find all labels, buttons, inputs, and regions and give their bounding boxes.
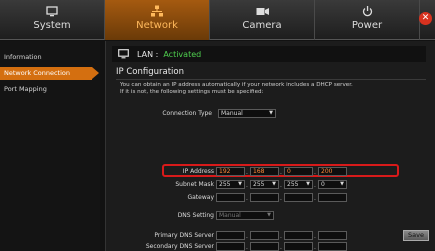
secondary-dns-octet-3[interactable] xyxy=(284,242,313,251)
primary-dns-row: Primary DNS Server . . . xyxy=(106,231,435,240)
secondary-dns-octet-1[interactable] xyxy=(216,242,245,251)
gateway-row: Gateway . . . xyxy=(106,193,435,202)
chevron-down-icon: ▼ xyxy=(306,181,310,187)
main-panel: LAN : Activated IP Configuration You can… xyxy=(105,41,435,251)
tab-network-label: Network xyxy=(136,20,178,31)
tab-system-label: System xyxy=(33,20,71,31)
chevron-down-icon: ▼ xyxy=(267,212,271,218)
lan-status: Activated xyxy=(163,49,202,59)
octet-dot: . xyxy=(314,244,316,251)
network-icon xyxy=(151,4,163,18)
octet-dot: . xyxy=(314,169,316,176)
connection-type-label: Connection Type xyxy=(162,110,212,117)
tab-camera[interactable]: Camera xyxy=(210,0,315,40)
octet-dot: . xyxy=(280,182,282,189)
gateway-octet-1[interactable] xyxy=(216,193,245,202)
save-button[interactable]: Save xyxy=(403,230,429,241)
octet-dot: . xyxy=(314,195,316,202)
octet-dot: . xyxy=(280,244,282,251)
chevron-down-icon: ▼ xyxy=(272,181,276,187)
subnet-octet-2: 255 xyxy=(253,181,265,188)
secondary-dns-label: Secondary DNS Server xyxy=(145,243,214,250)
gateway-label: Gateway xyxy=(187,194,214,201)
dns-setting-value: Manual xyxy=(219,212,241,219)
description: You can obtain an IP address automatical… xyxy=(120,82,420,96)
secondary-dns-octet-2[interactable] xyxy=(250,242,279,251)
gateway-octet-3[interactable] xyxy=(284,193,313,202)
ip-octet-1[interactable]: 192 xyxy=(216,167,245,176)
chevron-down-icon: ▼ xyxy=(269,110,273,116)
dns-setting-label: DNS Setting xyxy=(177,212,214,219)
chevron-down-icon: ▼ xyxy=(340,181,344,187)
tab-power[interactable]: Power xyxy=(315,0,420,40)
secondary-dns-row: Secondary DNS Server . . . xyxy=(106,242,435,251)
tab-network[interactable]: Network xyxy=(105,0,210,40)
chevron-down-icon: ▼ xyxy=(238,181,242,187)
lan-label: LAN : xyxy=(137,49,159,59)
close-icon[interactable]: ✕ xyxy=(419,12,432,25)
subnet-octet-1: 255 xyxy=(219,181,231,188)
octet-dot: . xyxy=(246,182,248,189)
octet-dot: . xyxy=(314,233,316,240)
connection-type-row: Connection Type Manual ▼ xyxy=(106,109,435,118)
power-icon xyxy=(362,4,373,18)
subnet-octet-4-select[interactable]: 0 ▼ xyxy=(318,180,347,189)
octet-dot: . xyxy=(246,195,248,202)
monitor-icon xyxy=(46,4,58,18)
sidebar: Information Network Connection Port Mapp… xyxy=(0,41,100,251)
tab-power-label: Power xyxy=(351,20,383,31)
primary-dns-octet-4[interactable] xyxy=(318,231,347,240)
octet-dot: . xyxy=(246,169,248,176)
subnet-octet-1-select[interactable]: 255 ▼ xyxy=(216,180,245,189)
ip-octet-2[interactable]: 168 xyxy=(250,167,279,176)
monitor-icon xyxy=(118,49,129,59)
octet-dot: . xyxy=(280,169,282,176)
dns-setting-select[interactable]: Manual ▼ xyxy=(216,211,274,220)
tab-system[interactable]: System xyxy=(0,0,105,40)
description-line-2: If it is not, the following settings mus… xyxy=(120,89,264,95)
subnet-mask-row: Subnet Mask 255 ▼ . 255 ▼ . 255 ▼ . 0 ▼ xyxy=(106,180,435,189)
dns-setting-row: DNS Setting Manual ▼ xyxy=(106,211,435,220)
octet-dot: . xyxy=(314,182,316,189)
connection-type-value: Manual xyxy=(221,110,243,117)
description-line-1: You can obtain an IP address automatical… xyxy=(120,82,353,88)
subnet-mask-label: Subnet Mask xyxy=(175,181,214,188)
sidebar-item-port-mapping[interactable]: Port Mapping xyxy=(0,83,100,96)
lan-status-bar: LAN : Activated xyxy=(112,46,426,62)
ip-address-row: IP Address 192 . 168 . 0 . 200 xyxy=(106,167,435,176)
primary-dns-label: Primary DNS Server xyxy=(154,232,214,239)
ip-octet-3[interactable]: 0 xyxy=(284,167,313,176)
gateway-octet-2[interactable] xyxy=(250,193,279,202)
primary-dns-octet-2[interactable] xyxy=(250,231,279,240)
primary-dns-octet-3[interactable] xyxy=(284,231,313,240)
subnet-octet-3: 255 xyxy=(287,181,299,188)
ip-address-label: IP Address xyxy=(182,168,214,175)
gateway-octet-4[interactable] xyxy=(318,193,347,202)
camera-icon xyxy=(256,4,269,18)
sidebar-item-network-connection[interactable]: Network Connection xyxy=(0,67,99,80)
connection-type-select[interactable]: Manual ▼ xyxy=(218,109,276,118)
subnet-octet-2-select[interactable]: 255 ▼ xyxy=(250,180,279,189)
octet-dot: . xyxy=(246,244,248,251)
octet-dot: . xyxy=(280,233,282,240)
subnet-octet-3-select[interactable]: 255 ▼ xyxy=(284,180,313,189)
sidebar-item-information[interactable]: Information xyxy=(0,51,100,64)
section-title: IP Configuration xyxy=(116,67,426,80)
tab-camera-label: Camera xyxy=(242,20,282,31)
subnet-octet-4: 0 xyxy=(321,181,325,188)
secondary-dns-octet-4[interactable] xyxy=(318,242,347,251)
octet-dot: . xyxy=(280,195,282,202)
ip-octet-4[interactable]: 200 xyxy=(318,167,347,176)
primary-dns-octet-1[interactable] xyxy=(216,231,245,240)
top-tab-bar: System Network Camera Power ✕ xyxy=(0,0,435,40)
octet-dot: . xyxy=(246,233,248,240)
